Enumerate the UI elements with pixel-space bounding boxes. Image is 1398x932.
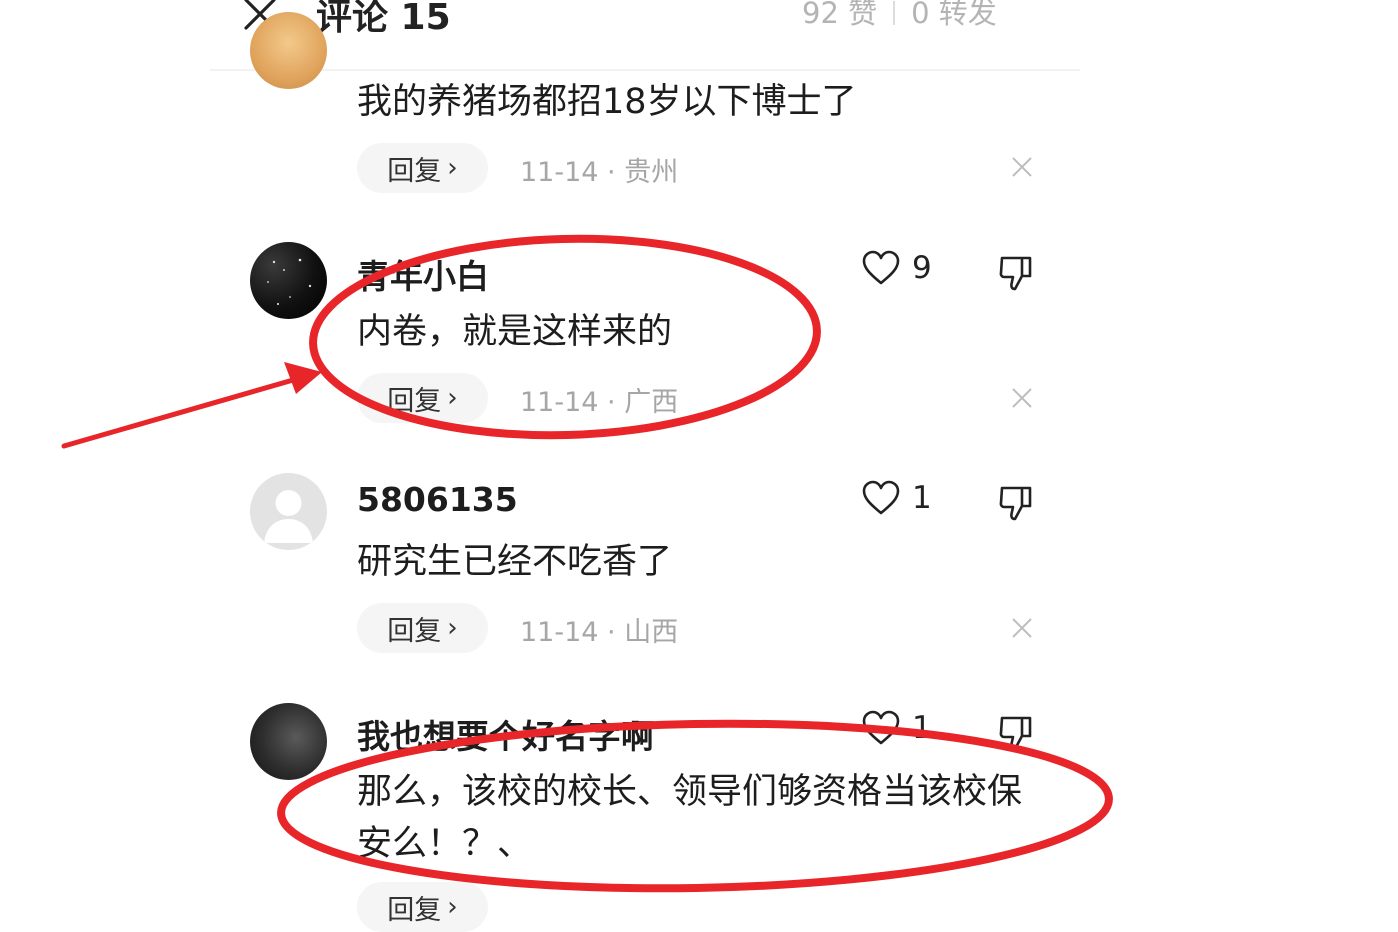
avatar[interactable] [250,473,327,550]
comments-header: 评论 15 92 赞 0 转发 [0,0,1398,71]
commenter-name[interactable]: 青年小白 [357,250,489,298]
stats-divider [893,1,896,25]
dismiss-icon[interactable] [1010,386,1034,410]
like-count: 9 [912,250,932,286]
commenter-name[interactable]: 5806135 [357,480,518,519]
heart-icon [862,710,900,745]
header-divider [210,69,1080,71]
dismiss-icon[interactable] [1010,616,1034,640]
comment-meta: 11-14 · 山西 [520,617,679,648]
annotation-arrow-shaft [61,375,303,449]
thumbs-down-icon[interactable] [996,482,1036,522]
avatar[interactable] [250,12,327,89]
reply-label: 回复 [387,894,442,926]
comments-panel: 评论 15 92 赞 0 转发 我的养猪场都招18岁以下博士了 回复 › 11-1… [0,0,1398,932]
heart-icon [862,250,900,285]
reply-label: 回复 [387,385,442,417]
reply-button[interactable]: 回复 › [357,373,488,423]
likes-count[interactable]: 92 赞 [802,0,877,30]
post-stats: 92 赞 0 转发 [802,0,997,32]
chevron-right-icon: › [447,383,458,413]
comment-meta: 11-14 · 广西 [520,387,679,418]
reply-label: 回复 [387,615,442,647]
comment-text: 研究生已经不吃香了 [357,542,673,582]
like-count: 1 [912,710,932,746]
dismiss-icon[interactable] [1010,155,1034,179]
thumbs-down-icon[interactable] [996,252,1036,292]
chevron-right-icon: › [447,153,458,183]
chevron-right-icon: › [447,613,458,643]
comment-meta: 11-14 · 贵州 [520,157,679,188]
like-button[interactable]: 9 [862,250,932,286]
reply-button[interactable]: 回复 › [357,143,488,193]
reply-label: 回复 [387,155,442,187]
like-button[interactable]: 1 [862,480,932,516]
comment-text: 那么，该校的校长、领导们够资格当该校保安么！？、 [357,772,1023,864]
reposts-count[interactable]: 0 转发 [911,0,997,30]
reply-button[interactable]: 回复 › [357,603,488,653]
heart-icon [862,480,900,515]
avatar[interactable] [250,242,327,319]
like-count: 1 [912,480,932,516]
comment-text: 我的养猪场都招18岁以下博士了 [357,82,857,122]
comment-text: 内卷，就是这样来的 [357,312,673,352]
avatar[interactable] [250,703,327,780]
avatar-stars [267,258,312,306]
like-button[interactable]: 1 [862,710,932,746]
default-avatar-icon [264,490,313,543]
commenter-name[interactable]: 我也想要个好名字啊 [357,710,654,758]
comments-title: 评论 15 [316,0,451,38]
annotation-arrow-head [284,362,322,394]
reply-button[interactable]: 回复 › [357,882,488,932]
chevron-right-icon: › [447,892,458,922]
thumbs-down-icon[interactable] [996,712,1036,752]
